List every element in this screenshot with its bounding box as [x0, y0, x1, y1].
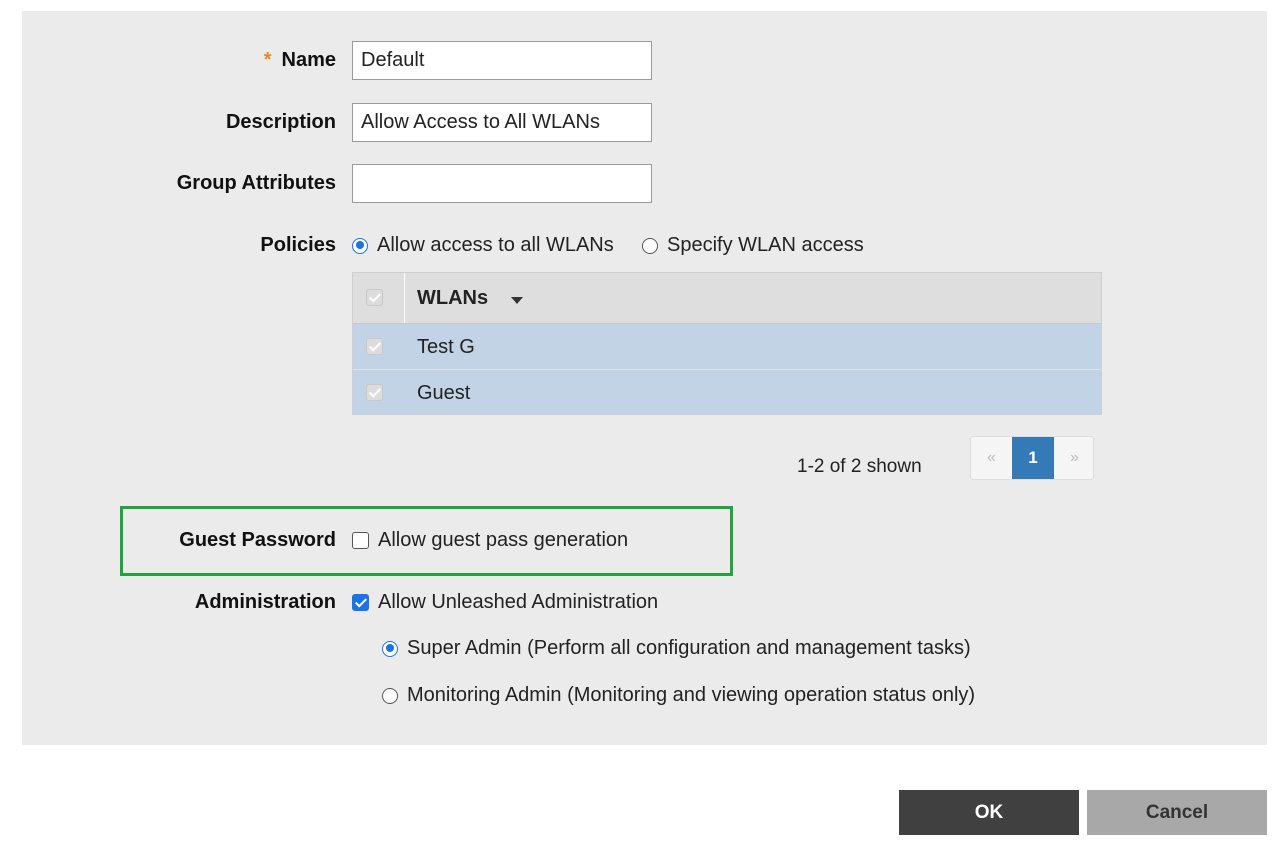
guest-pass-checkbox[interactable]	[352, 532, 369, 549]
wlan-name: Test G	[417, 336, 475, 358]
policy-all-wlans-label: Allow access to all WLANs	[377, 234, 614, 256]
table-row[interactable]: Test G	[353, 324, 1101, 369]
row-checkbox[interactable]	[366, 338, 383, 355]
monitoring-admin-radio[interactable]	[382, 687, 398, 704]
required-mark: *	[263, 49, 272, 71]
select-all-checkbox[interactable]	[366, 289, 383, 306]
super-admin-radio[interactable]	[382, 640, 398, 657]
pagination-next-button[interactable]: »	[1054, 437, 1093, 479]
wlans-table: WLANs Test G Guest	[352, 272, 1102, 415]
wlans-column-header[interactable]: WLANs	[417, 287, 488, 310]
administration-label: Administration	[194, 591, 336, 613]
header-divider	[404, 273, 405, 323]
monitoring-admin-option[interactable]: Monitoring Admin (Monitoring and viewing…	[382, 684, 975, 707]
policy-all-wlans-option[interactable]: Allow access to all WLANs	[352, 234, 614, 257]
name-label-text: Name	[281, 49, 336, 71]
policy-specify-wlan-option[interactable]: Specify WLAN access	[642, 234, 864, 257]
policy-specify-wlan-label: Specify WLAN access	[667, 234, 864, 256]
unleashed-admin-checkbox[interactable]	[352, 594, 369, 611]
table-row[interactable]: Guest	[353, 369, 1101, 415]
monitoring-admin-label: Monitoring Admin (Monitoring and viewing…	[407, 684, 976, 706]
wlan-name: Guest	[417, 382, 471, 404]
unleashed-admin-label: Allow Unleashed Administration	[378, 591, 659, 613]
pagination-page-1[interactable]: 1	[1012, 437, 1054, 479]
name-label: * Name	[264, 49, 336, 72]
pagination: « 1 »	[970, 436, 1094, 480]
policy-specify-wlan-radio[interactable]	[642, 237, 658, 254]
pagination-prev-button[interactable]: «	[971, 437, 1012, 479]
row-checkbox[interactable]	[366, 384, 383, 401]
policy-all-wlans-radio[interactable]	[352, 237, 368, 254]
super-admin-label: Super Admin (Perform all configuration a…	[407, 637, 971, 659]
group-attributes-label: Group Attributes	[176, 172, 336, 194]
cancel-button[interactable]: Cancel	[1087, 790, 1267, 835]
ok-button[interactable]: OK	[899, 790, 1079, 835]
pagination-summary: 1-2 of 2 shown	[797, 456, 922, 477]
super-admin-option[interactable]: Super Admin (Perform all configuration a…	[382, 637, 971, 660]
guest-pass-option[interactable]: Allow guest pass generation	[352, 529, 628, 552]
unleashed-admin-option[interactable]: Allow Unleashed Administration	[352, 591, 658, 614]
group-attributes-input[interactable]	[352, 164, 652, 203]
policies-label: Policies	[260, 234, 336, 256]
name-input[interactable]	[352, 41, 652, 80]
description-label: Description	[225, 111, 336, 133]
guest-password-label: Guest Password	[179, 529, 336, 551]
wlans-table-header: WLANs	[353, 273, 1101, 324]
description-input[interactable]	[352, 103, 652, 142]
guest-pass-label: Allow guest pass generation	[378, 529, 629, 551]
sort-caret-down-icon[interactable]	[511, 297, 523, 304]
